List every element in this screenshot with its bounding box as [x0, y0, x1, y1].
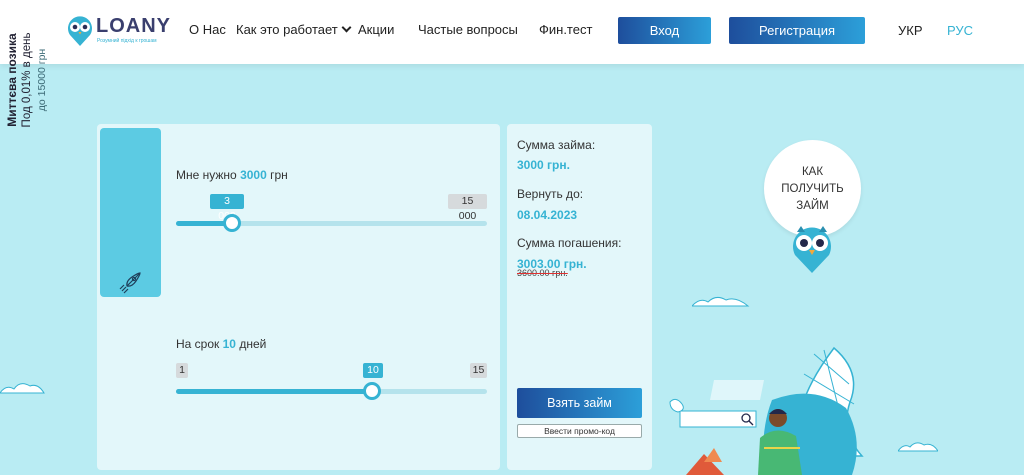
- repayment-label: Сумма погашения:: [517, 236, 622, 250]
- promo-code-button[interactable]: Ввести промо-код: [517, 424, 642, 438]
- cloud-icon: [898, 442, 938, 452]
- nav-fin-test[interactable]: Фин.тест: [539, 22, 592, 37]
- howto-line1: КАК: [801, 166, 824, 178]
- amount-value: 3000: [240, 168, 267, 182]
- nav-how-it-works[interactable]: Как это работает: [236, 22, 352, 37]
- term-slider-fill: [176, 389, 372, 394]
- owl-logo-icon: [68, 16, 92, 46]
- chevron-down-icon: [341, 22, 352, 33]
- take-loan-button[interactable]: Взять займ: [517, 388, 642, 418]
- amount-unit: грн: [270, 168, 288, 182]
- logo-text: LOANY: [96, 15, 171, 37]
- amount-prefix: Мне нужно: [176, 168, 237, 182]
- amount-slider-handle[interactable]: [222, 214, 241, 232]
- loan-summary: [507, 124, 652, 470]
- loan-amount-label: Сумма займа:: [517, 138, 596, 152]
- nav-how-it-works-label: Как это работает: [236, 22, 338, 37]
- login-button[interactable]: Вход: [618, 17, 711, 44]
- rocket-icon: [119, 272, 141, 294]
- lang-ru[interactable]: РУС: [947, 23, 973, 38]
- term-min-label: 1: [176, 363, 188, 378]
- return-by-label: Вернуть до:: [517, 187, 584, 201]
- loan-amount-value: 3000 грн.: [517, 158, 570, 172]
- product-tab-title: Миттєва позика: [5, 33, 19, 127]
- repayment-old-value: 3600.00 грн.: [517, 268, 568, 278]
- term-unit: дней: [239, 337, 267, 351]
- logo-tagline: Розумний підхід к грошам: [97, 38, 157, 44]
- term-bubble: 10: [363, 363, 383, 378]
- term-prefix: На срок: [176, 337, 220, 351]
- amount-label: Мне нужно 3000 грн: [176, 168, 288, 182]
- product-tab-text: Миттєва позика Под 0,01% в день до 15000…: [5, 0, 57, 160]
- owl-mascot-icon: [793, 226, 831, 273]
- term-slider-handle[interactable]: [362, 382, 381, 400]
- amount-max-label: 15 000: [448, 194, 487, 222]
- amount-bubble: 3 000: [210, 194, 244, 222]
- term-max-label: 15: [470, 363, 487, 378]
- nav-about[interactable]: О Нас: [189, 22, 226, 37]
- lang-uk[interactable]: УКР: [898, 23, 923, 38]
- nav-promotions[interactable]: Акции: [358, 22, 394, 37]
- term-label: На срок 10 дней: [176, 337, 266, 351]
- howto-line3: ЗАЙМ: [796, 200, 829, 212]
- term-value: 10: [222, 337, 236, 351]
- return-by-value: 08.04.2023: [517, 208, 578, 222]
- cloud-icon: [692, 296, 750, 307]
- product-tab-rate: Под 0,01% в день: [21, 32, 33, 128]
- cloud-icon: [0, 383, 45, 394]
- product-tab-limit: до 15000 грн: [36, 48, 48, 112]
- illustration: [669, 346, 864, 475]
- site-logo[interactable]: LOANY Розумний підхід к грошам: [66, 15, 182, 49]
- register-button[interactable]: Регистрация: [729, 17, 865, 44]
- site-header: LOANY Розумний підхід к грошам О Нас Как…: [0, 0, 1024, 64]
- howto-line2: ПОЛУЧИТЬ: [781, 183, 844, 195]
- nav-faq[interactable]: Частые вопросы: [418, 22, 518, 37]
